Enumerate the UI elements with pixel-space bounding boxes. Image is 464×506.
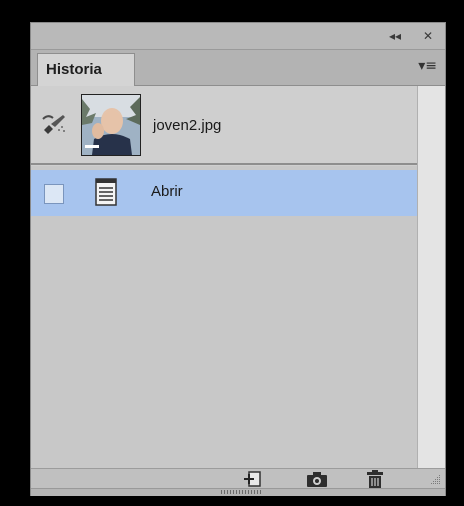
close-panel-button[interactable]: ✕ <box>423 29 433 43</box>
history-brush-icon[interactable] <box>41 112 67 136</box>
new-document-icon[interactable] <box>241 469 265 489</box>
tab-historia[interactable]: Historia <box>37 53 135 86</box>
snapshot-label: joven2.jpg <box>153 117 222 134</box>
vertical-scrollbar[interactable] <box>417 86 445 468</box>
panel-tab-row: Historia ▾≡ <box>31 50 445 86</box>
window-frame: ◂◂ ✕ Historia ▾≡ joven2.jpg Abrir <box>0 0 464 506</box>
history-state-row[interactable]: Abrir <box>31 170 417 216</box>
grip-dots <box>221 490 261 494</box>
snapshot-row[interactable]: joven2.jpg <box>31 86 417 166</box>
history-panel: ◂◂ ✕ Historia ▾≡ joven2.jpg Abrir <box>30 22 446 496</box>
camera-icon[interactable] <box>305 469 329 489</box>
document-icon <box>95 178 117 206</box>
panel-title-bar: ◂◂ ✕ <box>31 23 445 50</box>
trash-icon[interactable] <box>363 469 387 489</box>
snapshot-thumbnail[interactable] <box>81 94 141 156</box>
panel-menu-button[interactable]: ▾≡ <box>418 58 437 74</box>
history-list: joven2.jpg Abrir <box>31 86 417 468</box>
history-state-label: Abrir <box>151 183 183 200</box>
snapshot-divider <box>31 163 417 165</box>
collapse-panel-button[interactable]: ◂◂ <box>389 29 401 43</box>
panel-toolbar <box>31 468 445 488</box>
panel-resize-handle[interactable] <box>31 488 445 496</box>
resize-grip-icon[interactable] <box>429 473 441 485</box>
history-source-checkbox[interactable] <box>44 184 64 204</box>
